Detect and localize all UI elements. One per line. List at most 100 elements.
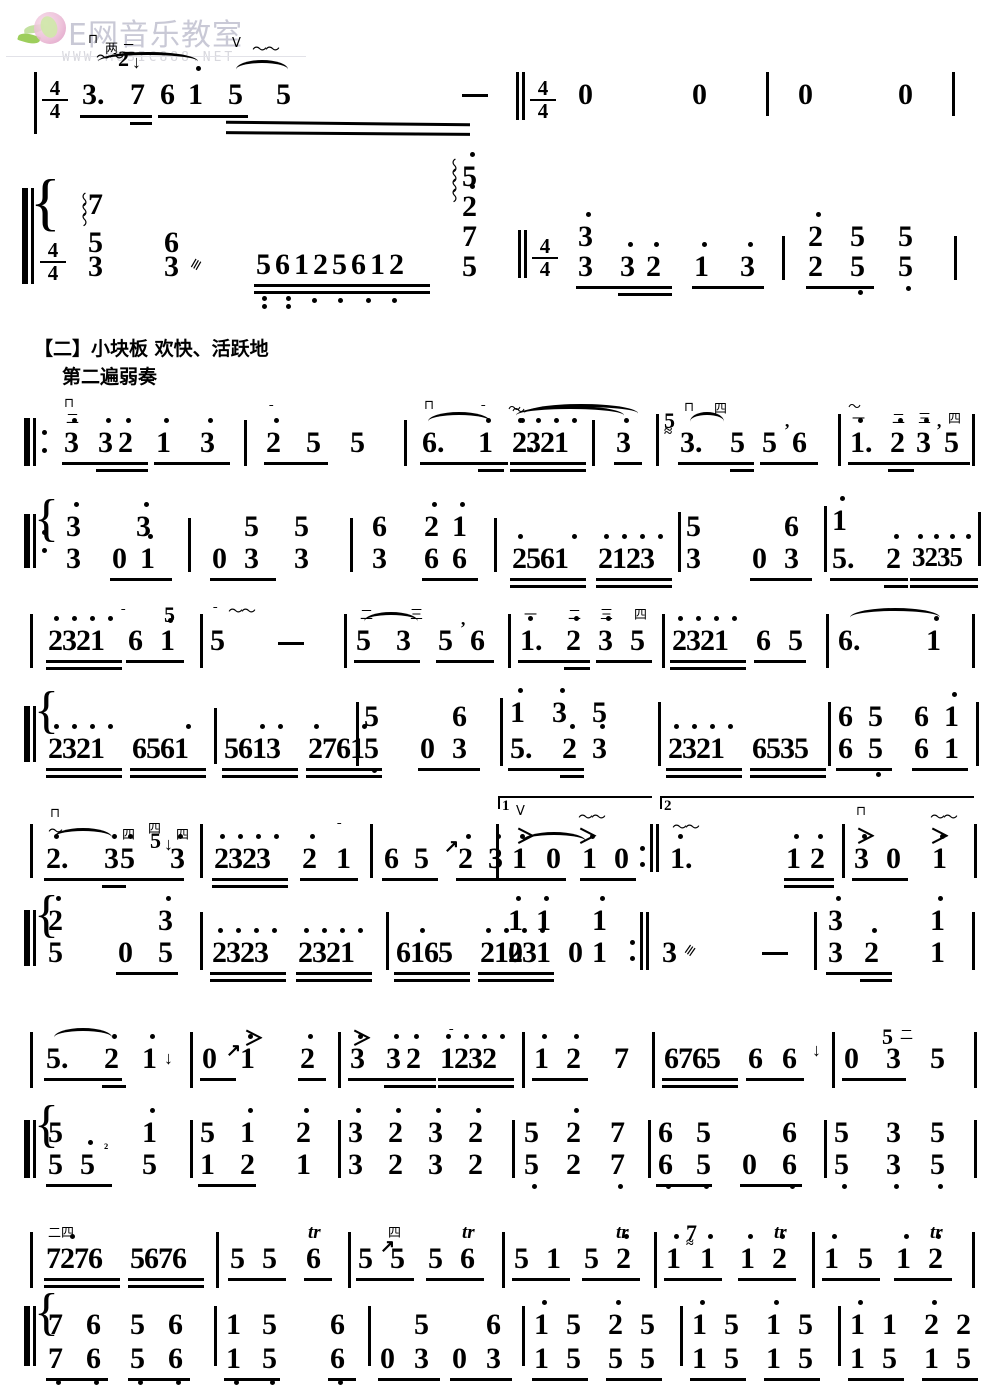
grace-note: 5 [150,828,161,853]
slur [236,60,288,79]
octave-dot [420,928,425,933]
octave-dot [586,212,591,217]
octave-dot [304,1108,309,1113]
octave-dot [628,242,633,247]
note: 1 [582,842,597,875]
octave-dot [254,928,259,933]
octave-dot [702,242,707,247]
octave-dot [858,1300,863,1305]
octave-dot [166,896,171,901]
note: 6 [782,1042,797,1075]
note-upper: 3 [348,1116,363,1149]
trill-mark: tr [930,1222,943,1243]
beam [764,1378,820,1381]
beam [508,768,584,771]
beam [154,462,230,465]
note: 5 [306,426,321,459]
note-lower: 6 [782,1148,797,1181]
note-upper: 6 [838,700,853,733]
beam [356,1278,414,1281]
octave-dot [934,534,939,539]
beam [510,585,586,588]
beam [378,1378,440,1381]
octave-dot [654,242,659,247]
note-upper: 2 [924,1308,939,1341]
trill-mark: tr [616,1222,629,1243]
grace-mark: ’ [936,420,942,440]
octave-dot [90,616,95,621]
note-upper: 2 [48,904,63,937]
note-lower: 5 [80,1148,95,1181]
note: 2 [928,1242,943,1275]
octave-dot [938,1184,943,1189]
repeat-end[interactable] [650,824,659,872]
note: 1 [478,426,493,459]
beam [580,878,636,881]
note: 1 [336,842,351,875]
run-notes: 5613 [224,732,281,765]
octave-dot [262,304,267,309]
note: 5 [788,624,803,657]
note-upper: 6 [452,700,467,733]
beam [746,1078,804,1081]
rest: 0 [546,842,561,875]
note: 6 [306,1242,321,1275]
note-lower: 5. [510,732,533,765]
bend-arrow-icon: ↓ [164,1048,173,1068]
double-barline [518,230,527,278]
octave-dot [876,772,881,777]
repeat-end[interactable] [640,912,649,970]
beam [354,660,420,663]
beam [212,878,288,881]
glissando-arrow-icon: ↓ [132,52,141,72]
note: 3 [578,250,593,283]
octave-dot [248,1108,253,1113]
note-upper: 1 [592,904,607,937]
octave-dot [274,418,279,423]
note-upper: 5 [524,1116,539,1149]
octave-dot [464,1034,469,1039]
note-lower: 1 [296,1148,311,1181]
repeat-start[interactable] [24,418,36,466]
barline [812,1232,815,1288]
octave-dot [906,286,911,291]
barline [370,824,373,878]
octave-dot [260,724,265,729]
beam [822,1278,880,1281]
octave-dot [542,1300,547,1305]
note-lower: 3 [244,542,259,575]
octave-dot [640,534,645,539]
repeat-dot [42,448,47,453]
beam [116,972,178,975]
octave-dot [574,1034,579,1039]
note: 1 [666,1242,681,1275]
beam [426,1278,484,1281]
beam [46,660,122,663]
note: 2. [512,426,535,459]
note: 3 [620,250,635,283]
logo-inner-leaf [37,13,61,41]
run-notes: 7276 [46,1242,103,1275]
octave-dot [572,534,577,539]
barline [244,420,247,466]
beam [456,878,514,881]
octave-dot [894,1184,899,1189]
beam [662,1085,738,1088]
octave-dot [108,724,113,729]
beam [666,768,742,771]
run-notes: 2321 [298,936,355,969]
note: 3 [886,1042,901,1075]
fingering-label: 二 [900,1028,914,1043]
octave-dot [748,242,753,247]
beam [510,878,566,881]
repeat-dot [640,846,645,851]
octave-dot [286,304,291,309]
octave-dot [604,534,609,539]
octave-dot [396,1108,401,1113]
logo-circle [34,12,66,44]
note: 2 [646,250,661,283]
note: 6 [128,624,143,657]
note-lower: 1 [592,936,607,969]
rest: 0 [886,842,901,875]
sustain-dash [278,642,304,645]
